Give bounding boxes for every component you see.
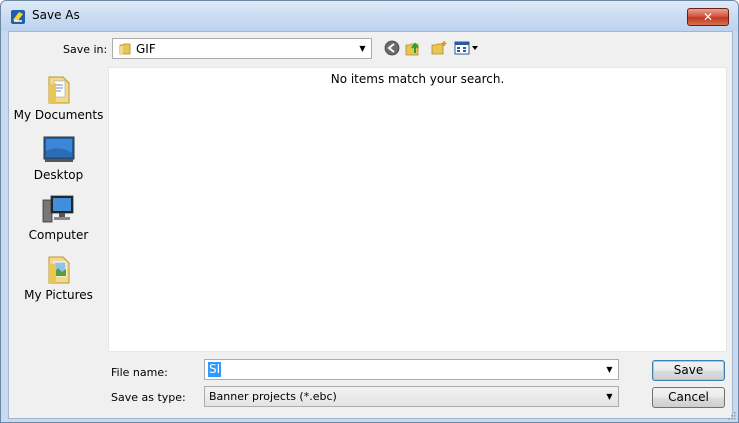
chevron-down-icon[interactable]: ▼ — [601, 360, 618, 379]
chevron-down-icon[interactable]: ▼ — [601, 387, 618, 406]
sidebar-item-my-pictures[interactable]: My Pictures — [9, 253, 108, 302]
empty-message: No items match your search. — [330, 72, 505, 86]
view-menu-icon[interactable] — [454, 40, 479, 56]
save-type-value: Banner projects (*.ebc) — [209, 390, 337, 403]
resize-grip-icon[interactable] — [727, 411, 736, 420]
save-type-label: Save as type: — [111, 391, 186, 404]
file-name-field[interactable]: SI ▼ — [204, 359, 619, 380]
save-button[interactable]: Save — [652, 360, 725, 381]
desktop-icon — [43, 136, 74, 162]
save-as-dialog: Save As ✕ Save in: GIF ▼ My Documents De… — [0, 0, 739, 423]
new-folder-icon[interactable] — [431, 40, 447, 56]
file-name-value[interactable]: SI — [208, 362, 222, 377]
sidebar-item-label: My Pictures — [24, 288, 93, 302]
my-pictures-icon — [48, 256, 69, 284]
chevron-down-icon[interactable]: ▼ — [354, 39, 371, 58]
sidebar-item-label: My Documents — [13, 108, 104, 122]
my-documents-icon — [48, 76, 69, 104]
sidebar-item-desktop[interactable]: Desktop — [9, 135, 108, 182]
up-folder-icon[interactable] — [405, 40, 421, 56]
dialog-body: Save in: GIF ▼ My Documents Desktop Comp… — [8, 31, 733, 419]
sidebar-item-label: Computer — [28, 228, 89, 242]
window-title: Save As — [32, 8, 80, 22]
sidebar-item-computer[interactable]: Computer — [9, 194, 108, 242]
sidebar-item-label: Desktop — [33, 168, 84, 182]
save-in-label: Save in: — [63, 43, 108, 56]
save-in-dropdown[interactable]: GIF ▼ — [112, 38, 372, 59]
save-in-value: GIF — [136, 42, 156, 56]
cancel-button[interactable]: Cancel — [652, 387, 725, 408]
folder-icon — [119, 43, 131, 55]
title-bar[interactable]: Save As ✕ — [1, 1, 738, 31]
file-list[interactable]: No items match your search. — [108, 67, 727, 352]
save-type-dropdown[interactable]: Banner projects (*.ebc) ▼ — [204, 386, 619, 407]
back-icon[interactable] — [384, 40, 400, 56]
places-bar: My Documents Desktop Computer My Picture… — [9, 67, 108, 353]
computer-icon — [42, 195, 73, 223]
file-name-label: File name: — [111, 366, 168, 379]
app-icon — [11, 10, 25, 24]
sidebar-item-my-documents[interactable]: My Documents — [9, 73, 108, 122]
close-button[interactable]: ✕ — [687, 8, 729, 26]
